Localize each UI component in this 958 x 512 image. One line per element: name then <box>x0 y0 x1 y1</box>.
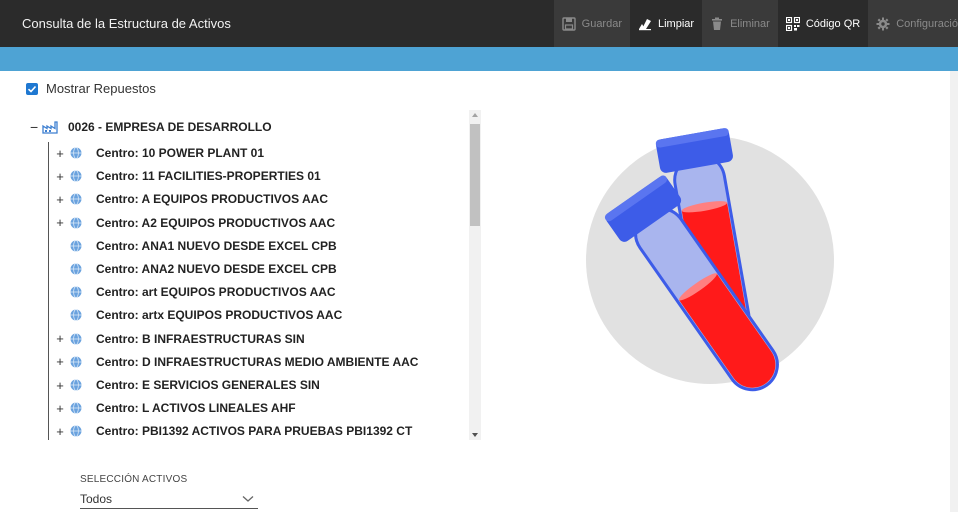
tree-node-label: Centro: L ACTIVOS LINEALES AHF <box>96 401 296 416</box>
scroll-thumb[interactable] <box>470 124 480 226</box>
tree-scrollbar[interactable] <box>469 110 481 440</box>
expand-toggle[interactable]: + <box>54 146 66 161</box>
qr-code-button[interactable]: Código QR <box>777 0 869 47</box>
expand-toggle[interactable]: + <box>54 401 66 416</box>
show-spares-checkbox[interactable] <box>26 82 38 95</box>
checkmark-icon <box>27 85 37 93</box>
save-label: Guardar <box>581 17 622 30</box>
globe-icon <box>70 425 82 438</box>
tree-node[interactable]: + Centro: E SERVICIOS GENERALES SIN <box>54 375 320 395</box>
save-icon <box>561 16 576 31</box>
tree-node-label: Centro: E SERVICIOS GENERALES SIN <box>96 378 320 392</box>
asset-tree: − 0026 - EMPRESA DE DESARROLLO + Centro: … <box>30 110 468 440</box>
tree-node-label: Centro: A2 EQUIPOS PRODUCTIVOS AAC <box>96 215 336 230</box>
app-header: Consulta de la Estructura de Activos Gua… <box>0 0 958 47</box>
expand-toggle[interactable]: + <box>54 354 66 369</box>
delete-button[interactable]: Eliminar <box>702 0 778 47</box>
globe-icon <box>70 379 82 391</box>
qr-code-label: Código QR <box>805 17 861 30</box>
asset-selection-value: Todos <box>80 492 113 506</box>
expand-toggle[interactable]: + <box>54 169 66 184</box>
tree-node[interactable]: + Centro: L ACTIVOS LINEALES AHF <box>54 398 296 418</box>
globe-icon <box>70 147 82 159</box>
tree-node[interactable]: Centro: art EQUIPOS PRODUCTIVOS AAC <box>54 282 336 302</box>
chevron-down-icon <box>242 496 254 502</box>
tree-node-label: Centro: ANA2 NUEVO DESDE EXCEL CPB <box>96 262 337 276</box>
test-tubes-illustration <box>586 128 834 392</box>
tree-node[interactable]: Centro: ANA1 NUEVO DESDE EXCEL CPB <box>54 236 337 256</box>
save-button[interactable]: Guardar <box>553 0 630 47</box>
tree-node-label: Centro: D INFRAESTRUCTURAS MEDIO AMBIENT… <box>96 354 419 369</box>
toolbar: Guardar Limpiar Eliminar Código QR Confi… <box>553 0 958 47</box>
globe-icon <box>70 309 82 322</box>
gear-icon <box>876 17 890 30</box>
delete-label: Eliminar <box>730 17 770 30</box>
root-label: 0026 - EMPRESA DE DESARROLLO <box>68 120 272 134</box>
scroll-down-arrow[interactable] <box>472 433 478 437</box>
settings-label: Configuració <box>896 17 958 30</box>
tree-node[interactable]: + Centro: A EQUIPOS PRODUCTIVOS AAC <box>54 189 328 209</box>
eraser-icon <box>639 18 651 30</box>
collapse-toggle[interactable]: − <box>30 119 40 135</box>
factory-icon <box>42 121 58 134</box>
globe-icon <box>70 263 82 275</box>
asset-selection-label: SELECCIÓN ACTIVOS <box>80 474 188 485</box>
tree-node-label: Centro: A EQUIPOS PRODUCTIVOS AAC <box>96 192 329 207</box>
settings-button[interactable]: Configuració <box>868 0 958 47</box>
asset-selection-dropdown[interactable]: Todos <box>80 490 258 509</box>
globe-icon <box>70 332 82 345</box>
globe-icon <box>70 239 82 252</box>
tree-node[interactable]: + Centro: D INFRAESTRUCTURAS MEDIO AMBIEN… <box>54 352 418 372</box>
tree-root[interactable]: − 0026 - EMPRESA DE DESARROLLO <box>30 118 272 136</box>
expand-toggle[interactable]: + <box>54 331 66 346</box>
tree-node[interactable]: + Centro: PBI1392 ACTIVOS PARA PRUEBAS PB… <box>54 421 412 440</box>
tree-node-label: Centro: ANA1 NUEVO DESDE EXCEL CPB <box>96 238 337 253</box>
header-band <box>0 47 958 71</box>
tree-node-label: Centro: B INFRAESTRUCTURAS SIN <box>96 331 305 346</box>
page-edge <box>950 71 958 512</box>
globe-icon <box>70 286 82 299</box>
tree-node[interactable]: + Centro: 10 POWER PLANT 01 <box>54 143 264 163</box>
tree-node[interactable]: + Centro: 11 FACILITIES-PROPERTIES 01 <box>54 166 321 186</box>
globe-icon <box>70 216 82 229</box>
tree-node-label: Centro: 10 POWER PLANT 01 <box>96 146 265 160</box>
clear-button[interactable]: Limpiar <box>630 0 703 47</box>
tree-node-label: Centro: 11 FACILITIES-PROPERTIES 01 <box>96 169 321 184</box>
globe-icon <box>70 193 82 206</box>
show-spares-option[interactable]: Mostrar Repuestos <box>26 81 156 96</box>
expand-toggle[interactable]: + <box>54 215 66 230</box>
expand-toggle[interactable]: + <box>54 378 66 393</box>
tree-node[interactable]: + Centro: A2 EQUIPOS PRODUCTIVOS AAC <box>54 213 335 233</box>
globe-icon <box>70 402 82 415</box>
globe-icon <box>70 170 82 183</box>
tree-node-label: Centro: artx EQUIPOS PRODUCTIVOS AAC <box>96 308 343 323</box>
show-spares-label: Mostrar Repuestos <box>46 81 156 96</box>
expand-toggle[interactable]: + <box>54 192 66 207</box>
tree-node[interactable]: Centro: artx EQUIPOS PRODUCTIVOS AAC <box>54 305 342 325</box>
tree-node[interactable]: + Centro: B INFRAESTRUCTURAS SIN <box>54 329 305 349</box>
app-title: Consulta de la Estructura de Activos <box>22 16 231 31</box>
globe-icon <box>70 355 82 368</box>
tree-node[interactable]: Centro: ANA2 NUEVO DESDE EXCEL CPB <box>54 259 337 279</box>
scroll-up-arrow[interactable] <box>472 113 478 117</box>
tree-node-label: Centro: art EQUIPOS PRODUCTIVOS AAC <box>96 285 336 300</box>
clear-label: Limpiar <box>658 17 695 30</box>
tree-node-label: Centro: PBI1392 ACTIVOS PARA PRUEBAS PBI… <box>96 424 413 439</box>
qr-code-icon <box>785 16 800 31</box>
trash-icon <box>712 17 723 30</box>
expand-toggle[interactable]: + <box>54 424 66 439</box>
tree-guide-line <box>48 142 49 440</box>
